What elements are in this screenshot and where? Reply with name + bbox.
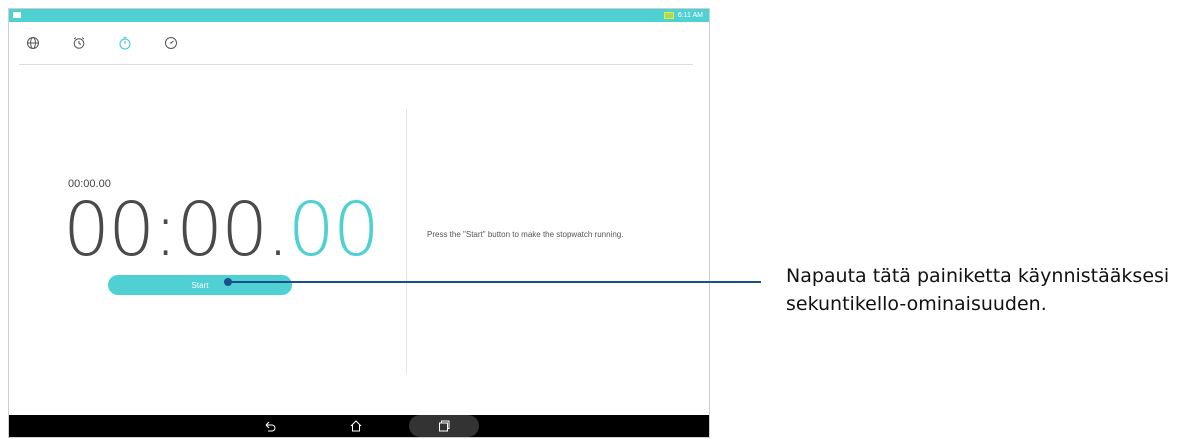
home-icon bbox=[350, 420, 362, 432]
status-time: 6:11 AM bbox=[677, 12, 703, 19]
stopwatch-hint: Press the "Start" button to make the sto… bbox=[427, 230, 624, 239]
tab-timer[interactable] bbox=[163, 35, 179, 51]
stopwatch-display-ms: 00 bbox=[287, 187, 380, 273]
stopwatch-display: 00:00.00 bbox=[63, 187, 380, 273]
start-button[interactable]: Start bbox=[108, 275, 292, 295]
notification-icon bbox=[13, 12, 21, 18]
pane-divider bbox=[406, 109, 407, 374]
tablet-screen: 6:11 AM 00:00.00 00:00.00 Start Press th… bbox=[8, 8, 710, 438]
callout-text: Napauta tätä painiketta käynnistääksesi … bbox=[786, 262, 1186, 318]
timer-icon bbox=[165, 37, 177, 49]
stopwatch-icon bbox=[119, 36, 131, 50]
status-right: 6:11 AM bbox=[663, 9, 703, 22]
battery-icon bbox=[663, 12, 674, 19]
navigation-bar bbox=[9, 415, 709, 437]
back-icon bbox=[265, 421, 276, 432]
recent-apps-icon-wrap bbox=[437, 419, 451, 433]
back-button[interactable] bbox=[263, 419, 277, 433]
callout-text-line2: sekuntikello-ominaisuuden. bbox=[786, 293, 1047, 315]
callout-dot bbox=[224, 278, 232, 286]
tab-world-clock[interactable] bbox=[25, 35, 41, 51]
recent-apps-icon bbox=[439, 420, 450, 432]
home-button[interactable] bbox=[349, 419, 363, 433]
clock-tabs bbox=[25, 35, 179, 51]
globe-icon bbox=[27, 37, 39, 49]
alarm-clock-icon bbox=[73, 37, 85, 49]
tab-divider bbox=[19, 64, 693, 65]
status-bar: 6:11 AM bbox=[9, 9, 709, 22]
callout-line bbox=[228, 281, 761, 283]
tab-alarm[interactable] bbox=[71, 35, 87, 51]
recent-apps-button[interactable] bbox=[409, 415, 479, 437]
stopwatch-display-main: 00:00. bbox=[63, 187, 290, 273]
callout-text-line1: Napauta tätä painiketta käynnistääksesi bbox=[786, 265, 1170, 287]
tab-stopwatch[interactable] bbox=[117, 35, 133, 51]
